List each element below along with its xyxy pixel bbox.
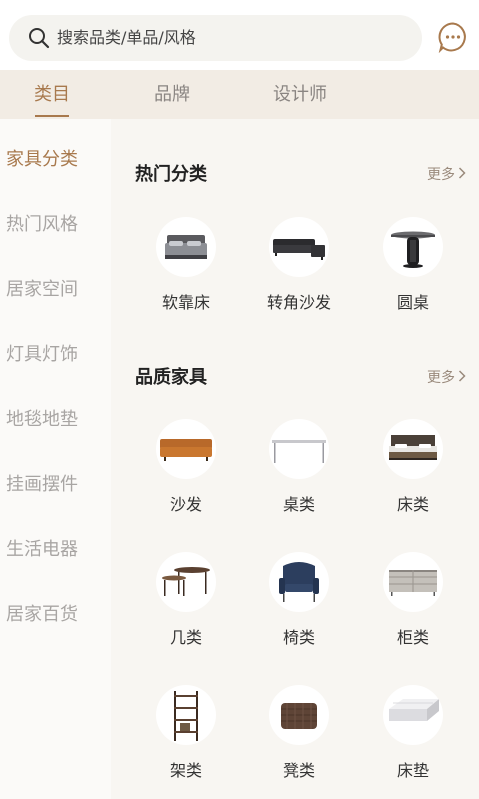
table-icon	[269, 419, 329, 479]
round-table-icon	[383, 217, 443, 277]
sidebar-item-rugs[interactable]: 地毯地垫	[6, 409, 78, 431]
category-item[interactable]: 凳类	[249, 685, 349, 795]
sidebar-item-appliances[interactable]: 生活电器	[6, 539, 78, 561]
search-placeholder: 搜索品类/单品/风格	[57, 28, 196, 47]
mattress-icon	[383, 685, 443, 745]
category-label: 床垫	[396, 761, 429, 780]
more-label: 更多	[427, 167, 455, 183]
sidebar-item-home-goods[interactable]: 居家百货	[6, 604, 78, 626]
category-label: 架类	[169, 761, 202, 780]
sidebar-item-home-space[interactable]: 居家空间	[6, 279, 78, 301]
category-label: 床类	[396, 495, 429, 514]
search-header: 搜索品类/单品/风格	[0, 0, 479, 70]
category-label: 软靠床	[161, 293, 210, 312]
category-label: 转角沙发	[266, 293, 331, 312]
more-link-hot[interactable]: 更多	[427, 166, 466, 184]
bed-icon	[383, 419, 443, 479]
upholstered-bed-icon	[156, 217, 216, 277]
category-item[interactable]: 沙发	[136, 419, 236, 529]
category-item[interactable]: 几类	[136, 552, 236, 662]
category-item[interactable]: 柜类	[363, 552, 463, 662]
search-input[interactable]: 搜索品类/单品/风格	[9, 15, 422, 61]
category-tabs: 类目 品牌 设计师	[0, 70, 479, 119]
category-label: 桌类	[282, 495, 315, 514]
stool-icon	[269, 685, 329, 745]
category-label: 凳类	[282, 761, 315, 780]
corner-sofa-icon	[269, 217, 329, 277]
category-item[interactable]: 桌类	[249, 419, 349, 529]
category-item[interactable]: 床垫	[363, 685, 463, 795]
cabinet-icon	[383, 552, 443, 612]
sidebar-item-decor[interactable]: 挂画摆件	[6, 474, 78, 496]
search-icon	[29, 28, 50, 49]
shelf-icon	[156, 685, 216, 745]
category-item[interactable]: 转角沙发	[249, 217, 349, 327]
more-link-quality[interactable]: 更多	[427, 369, 466, 387]
category-label: 圆桌	[396, 293, 429, 312]
category-item[interactable]: 床类	[363, 419, 463, 529]
side-table-icon	[156, 552, 216, 612]
active-tab-indicator	[35, 115, 69, 117]
sidebar-item-hot-style[interactable]: 热门风格	[6, 214, 78, 236]
category-item[interactable]: 软靠床	[136, 217, 236, 327]
category-label: 几类	[169, 628, 202, 647]
section-title-hot: 热门分类	[135, 164, 207, 185]
sidebar-item-lighting[interactable]: 灯具灯饰	[6, 344, 78, 366]
more-label: 更多	[427, 370, 455, 386]
tab-category[interactable]: 类目	[34, 84, 70, 106]
sofa-icon	[156, 419, 216, 479]
armchair-icon	[269, 552, 329, 612]
sidebar: 家具分类 热门风格 居家空间 灯具灯饰 地毯地垫 挂画摆件 生活电器 居家百货	[0, 119, 111, 799]
category-label: 柜类	[396, 628, 429, 647]
category-label: 椅类	[282, 628, 315, 647]
chevron-right-icon	[458, 167, 466, 179]
tab-brand[interactable]: 品牌	[154, 84, 190, 106]
category-label: 沙发	[169, 495, 202, 514]
message-icon[interactable]	[437, 21, 469, 53]
category-item[interactable]: 圆桌	[363, 217, 463, 327]
tab-designer[interactable]: 设计师	[273, 84, 327, 106]
category-item[interactable]: 架类	[136, 685, 236, 795]
section-title-quality: 品质家具	[135, 367, 207, 388]
category-item[interactable]: 椅类	[249, 552, 349, 662]
chevron-right-icon	[458, 370, 466, 382]
main-content: 热门分类 更多 软靠床 转角沙发 圆桌 品质家具 更多 沙发 桌类 床类 几类 …	[111, 119, 479, 799]
sidebar-item-furniture[interactable]: 家具分类	[6, 149, 78, 171]
